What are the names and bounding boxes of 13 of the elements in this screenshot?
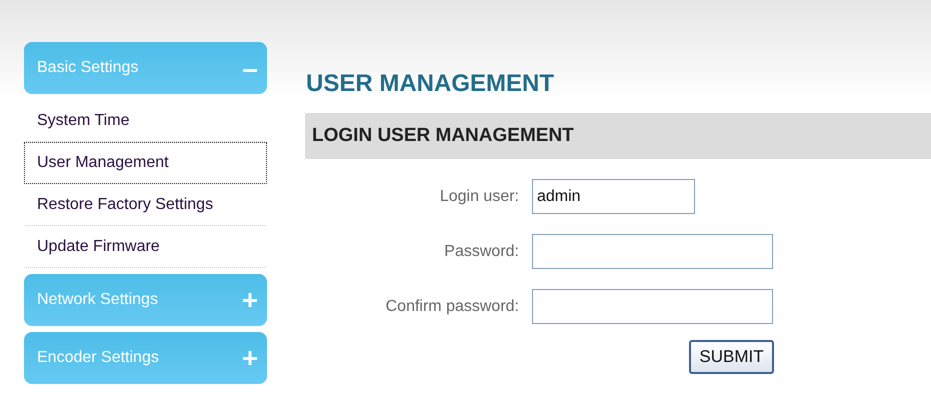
sidebar-item[interactable]: User Management [24,142,267,184]
field-label: Login user: [440,188,519,206]
section-title: LOGIN USER MANAGEMENT [312,125,574,147]
password-field[interactable] [532,234,773,269]
password-field[interactable] [532,289,773,324]
field-label: Confirm password: [386,298,519,316]
text-field[interactable]: admin [532,179,695,214]
field-label: Password: [444,242,519,260]
sidebar-item[interactable]: System Time [24,100,267,142]
submit-button[interactable]: SUBMIT [689,340,774,374]
sidebar-item[interactable]: Restore Factory Settings [24,184,267,226]
page-title: USER MANAGEMENT [306,69,554,99]
sidebar-item[interactable]: Update Firmware [24,226,267,268]
